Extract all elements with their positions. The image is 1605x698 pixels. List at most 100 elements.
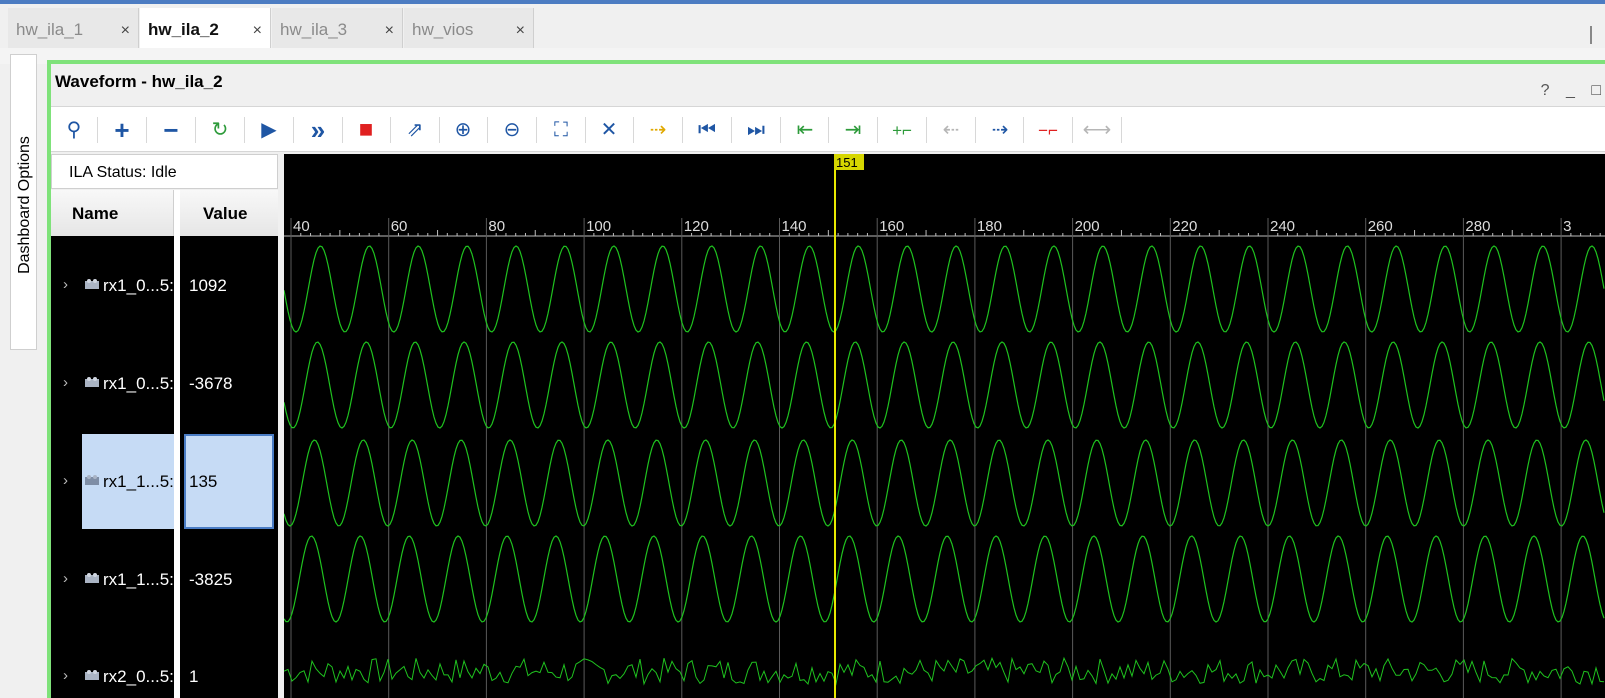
expand-chevron-icon[interactable]: › [63,374,68,391]
panel-controls: ? _ □ [1529,82,1601,100]
expand-chevron-icon[interactable]: › [63,276,68,293]
go-to-start-icon[interactable]: ⏮ [692,115,722,145]
value-column-label: Value [203,204,248,223]
toolbar-separator [439,117,440,143]
dashboard-options-sidebar[interactable]: Dashboard Options [10,54,37,350]
goto-cursor-icon[interactable]: ⇢ [643,115,673,145]
maximize-icon[interactable]: □ [1591,82,1601,99]
stop-icon[interactable]: ■ [351,115,381,145]
dashboard-options-label-wrap: Dashboard Options [11,55,38,351]
previous-transition-icon[interactable]: ⇤ [790,115,820,145]
add-icon[interactable]: + [107,115,137,145]
time-tick-label: 200 [1075,218,1100,235]
toolbar-separator [293,117,294,143]
toolbar-separator [195,117,196,143]
close-icon[interactable]: × [516,22,525,40]
signal-trace [284,439,1605,527]
toolbar-separator [146,117,147,143]
next-transition-icon[interactable]: ⇥ [838,115,868,145]
tab-hw-ila-2[interactable]: hw_ila_2 × [140,8,271,48]
time-tick-label: 180 [977,218,1002,235]
ila-status-text: ILA Status: Idle [69,164,177,182]
waveform-canvas[interactable]: 40 60 80 100 120 140 160 180 200 220 240 260 280 3 151 [284,154,1605,698]
time-tick-label: 100 [586,218,611,235]
export-icon[interactable]: ⇗ [400,115,430,145]
run-trigger-icon[interactable]: ▶ [254,115,284,145]
expand-chevron-icon[interactable]: › [63,667,68,684]
bus-signal-icon [85,475,99,485]
go-to-end-icon[interactable]: ⏭ [741,115,771,145]
close-icon[interactable]: × [385,22,394,40]
time-tick-label: 220 [1172,218,1197,235]
toolbar-separator [682,117,683,143]
signal-value: 1 [189,667,199,686]
time-tick-label: 160 [879,218,904,235]
toolbar-separator [1023,117,1024,143]
signal-name: rx1_0...5: [103,374,174,393]
name-column-header[interactable]: Name [51,190,174,236]
tab-overflow-marker [1590,26,1592,44]
toolbar-separator [877,117,878,143]
tab-label: hw_ila_2 [148,20,219,39]
tab-hw-ila-3[interactable]: hw_ila_3 × [272,8,403,48]
time-tick-label: 40 [293,218,310,235]
swap-markers-icon[interactable]: ⟷ [1082,115,1112,145]
delete-marker-icon[interactable]: −⌐ [1033,115,1063,145]
bus-signal-icon [85,279,99,289]
bus-signal-icon [85,377,99,387]
next-marker-icon[interactable]: ⇢ [985,115,1015,145]
signal-trace [284,245,1605,333]
tab-hw-vios[interactable]: hw_vios × [404,8,534,48]
ila-status-label: ILA Status: [69,164,147,181]
toolbar-separator [244,117,245,143]
panel-title: Waveform - hw_ila_2 [55,72,223,91]
toolbar-separator [487,117,488,143]
time-tick-label: 140 [782,218,807,235]
cursor-icon[interactable]: ✕ [594,115,624,145]
add-marker-icon[interactable]: +⌐ [887,115,917,145]
close-icon[interactable]: × [121,22,130,40]
signal-name: rx2_0...5: [103,667,174,686]
zoom-in-icon[interactable]: ⊕ [448,115,478,145]
signal-trace [284,341,1605,429]
value-column-header[interactable]: Value [179,190,278,236]
zoom-fit-icon[interactable]: ⛶ [546,115,576,145]
remove-icon[interactable]: − [156,115,186,145]
toolbar-separator [97,117,98,143]
time-tick-label: 280 [1465,218,1490,235]
expand-chevron-icon[interactable]: › [63,472,68,489]
signal-value: -3825 [189,570,233,589]
signal-value: 1092 [189,276,227,295]
toolbar-separator [585,117,586,143]
toolbar-separator [536,117,537,143]
toolbar-separator [828,117,829,143]
toolbar-separator [342,117,343,143]
minimize-icon[interactable]: _ [1566,82,1575,99]
toolbar-separator [731,117,732,143]
pane-divider[interactable] [174,190,180,698]
refresh-trigger-icon[interactable]: ↻ [205,115,235,145]
tab-label: hw_ila_3 [280,20,348,39]
toolbar-separator [633,117,634,143]
expand-chevron-icon[interactable]: › [63,570,68,587]
signal-value: -3678 [189,374,233,393]
bus-signal-icon [85,670,99,680]
help-icon[interactable]: ? [1541,82,1550,99]
tab-label: hw_vios [412,20,474,39]
tab-label: hw_ila_1 [16,20,84,39]
ila-status: ILA Status: Idle [51,154,278,189]
waveform-plot[interactable]: 40 60 80 100 120 140 160 180 200 220 240 260 280 3 151 [284,154,1605,698]
waveform-toolbar: ⚲ + − ↻ ▶ » ■ ⇗ ⊕ ⊖ ⛶ ✕ ⇢ ⏮ ⏭ ⇤ ⇥ +⌐ ⇠ ⇢… [51,106,1605,152]
ila-status-value: Idle [150,164,177,181]
signal-value: 135 [189,472,218,491]
close-icon[interactable]: × [253,22,262,40]
time-tick-label: 3 [1563,218,1571,235]
time-tick-label: 260 [1368,218,1393,235]
signal-name: rx1_0...5: [103,276,174,295]
name-column-label: Name [72,204,119,223]
zoom-out-icon[interactable]: ⊖ [497,115,527,145]
run-immediate-icon[interactable]: » [303,115,333,145]
previous-marker-icon[interactable]: ⇠ [936,115,966,145]
tab-hw-ila-1[interactable]: hw_ila_1 × [8,8,139,48]
search-icon[interactable]: ⚲ [59,115,89,145]
